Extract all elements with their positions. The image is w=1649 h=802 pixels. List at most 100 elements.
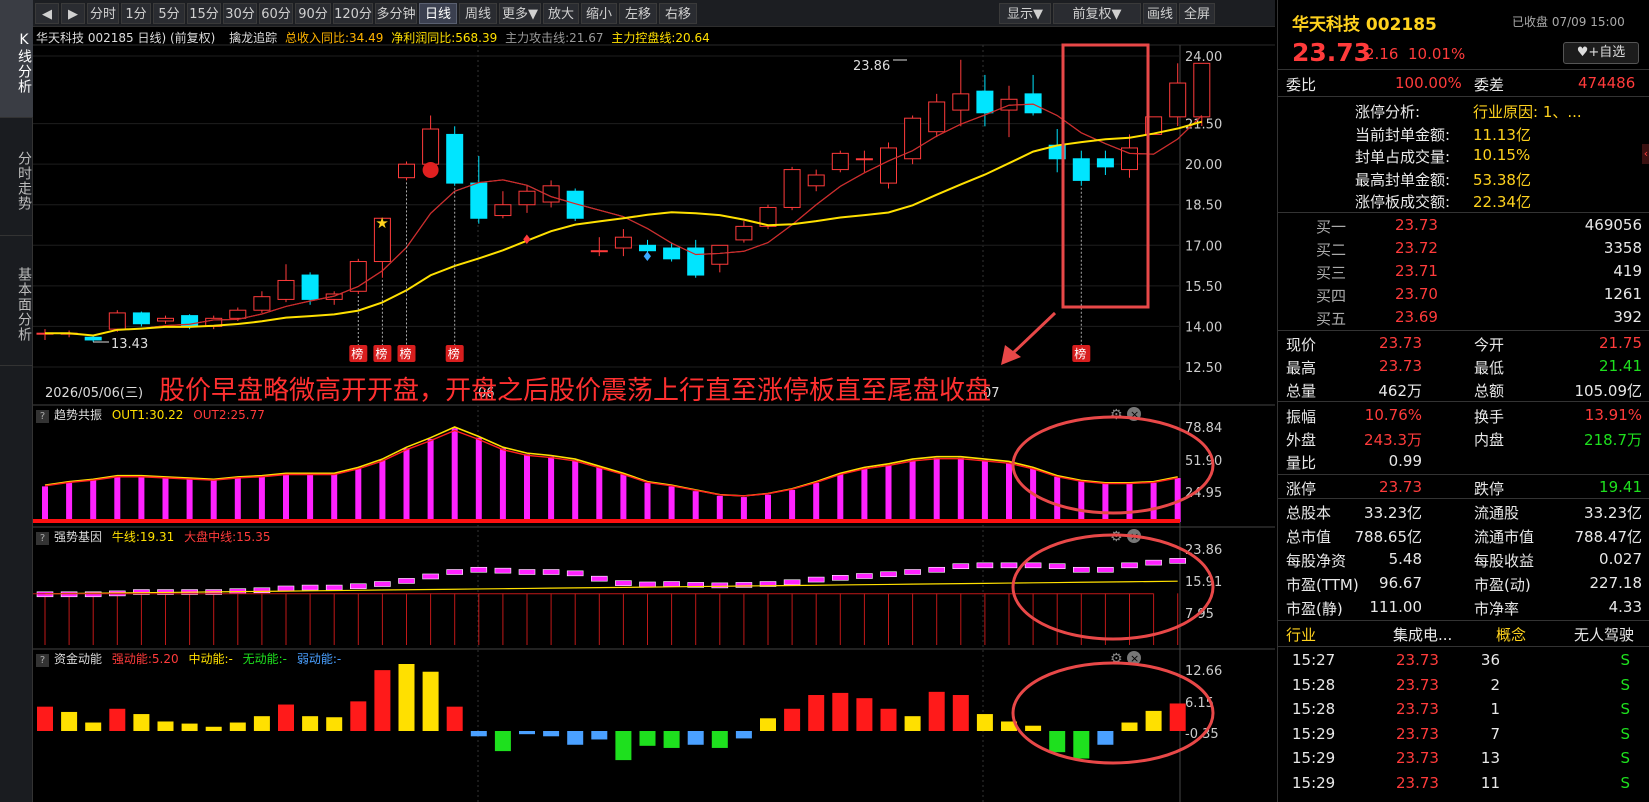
toolbar-button-17[interactable]: 右移 bbox=[659, 3, 697, 24]
candle-body[interactable] bbox=[157, 317, 174, 322]
fund-value: 33.23亿 bbox=[1364, 504, 1422, 522]
candle-body[interactable] bbox=[301, 274, 319, 300]
add-watchlist-button[interactable]: ♥+自选 bbox=[1563, 42, 1639, 64]
toolbar-right-button-1[interactable]: 前复权▼ bbox=[1053, 3, 1141, 24]
toolbar-button-1[interactable]: ▶ bbox=[61, 3, 85, 24]
trend-bar bbox=[668, 486, 675, 522]
tick-side: S bbox=[1620, 700, 1630, 718]
high-price-label: 23.86 bbox=[853, 59, 890, 74]
concept-value[interactable]: 无人驾驶 bbox=[1574, 624, 1634, 645]
candle-body[interactable] bbox=[590, 250, 608, 253]
toolbar-button-14[interactable]: 放大 bbox=[543, 3, 579, 24]
candle-body[interactable] bbox=[1072, 158, 1090, 181]
candle-body[interactable] bbox=[422, 128, 440, 165]
tick-volume: 36 bbox=[1480, 651, 1500, 669]
gear-icon[interactable]: ⚙ bbox=[1110, 529, 1123, 545]
candle-body[interactable] bbox=[277, 279, 295, 300]
help-icon[interactable]: ? bbox=[36, 532, 49, 545]
tab-kline[interactable]: K线分析 bbox=[0, 0, 33, 118]
candle-body[interactable] bbox=[880, 147, 897, 184]
candle-body[interactable] bbox=[1096, 158, 1114, 168]
tick-side: S bbox=[1620, 651, 1630, 669]
limit-info-value[interactable]: 行业原因: 1、... bbox=[1473, 101, 1582, 122]
candle-body[interactable] bbox=[711, 244, 729, 265]
candle-body[interactable] bbox=[446, 133, 464, 184]
price-tick-label: 20.00 bbox=[1185, 158, 1222, 173]
baseline bbox=[33, 519, 1180, 523]
toolbar-button-11[interactable]: 日线 bbox=[419, 3, 457, 24]
candle-body[interactable] bbox=[494, 204, 512, 217]
candle-body[interactable] bbox=[470, 182, 488, 219]
fund-row: 市盈(TTM) 96.67 市盈(动) 227.18 bbox=[1278, 572, 1649, 596]
toolbar-button-16[interactable]: 左移 bbox=[619, 3, 657, 24]
tab-fundamental[interactable]: 基本面分析 bbox=[0, 236, 33, 366]
trend-bar bbox=[1102, 484, 1109, 522]
toolbar-button-0[interactable]: ◀ bbox=[35, 3, 59, 24]
fund-bar bbox=[928, 691, 945, 731]
collapse-arrow-icon[interactable]: ‹ bbox=[1642, 144, 1649, 164]
candle-body[interactable] bbox=[518, 190, 536, 206]
candle-body[interactable] bbox=[253, 296, 271, 311]
gear-icon[interactable]: ⚙ bbox=[1110, 407, 1123, 423]
fund-bar bbox=[374, 670, 391, 731]
toolbar-button-4[interactable]: 5分 bbox=[153, 3, 185, 24]
candle-body[interactable] bbox=[1169, 82, 1187, 118]
toolbar-button-8[interactable]: 90分 bbox=[295, 3, 331, 24]
industry-value[interactable]: 集成电... bbox=[1393, 624, 1452, 645]
fund-bar bbox=[1097, 731, 1114, 745]
candle-body[interactable] bbox=[735, 225, 753, 241]
candle-body[interactable] bbox=[928, 101, 946, 133]
toolbar-button-12[interactable]: 周线 bbox=[459, 3, 497, 24]
limit-info-value: 22.34亿 bbox=[1473, 193, 1531, 211]
candle-body[interactable] bbox=[783, 169, 801, 208]
candle-body[interactable] bbox=[952, 93, 970, 111]
toolbar-button-13[interactable]: 更多▼ bbox=[499, 3, 541, 24]
toolbar-right-button-3[interactable]: 全屏 bbox=[1179, 3, 1215, 24]
bang-label: 榜 bbox=[448, 346, 460, 361]
candle-body[interactable] bbox=[108, 312, 126, 330]
trend-bar bbox=[548, 456, 555, 522]
toolbar-button-6[interactable]: 30分 bbox=[223, 3, 257, 24]
stats-label: 最低 bbox=[1474, 359, 1505, 377]
toolbar-button-15[interactable]: 缩小 bbox=[581, 3, 617, 24]
toolbar-right-button-2[interactable]: 画线 bbox=[1143, 3, 1177, 24]
candle-body[interactable] bbox=[831, 152, 849, 171]
toolbar-right-button-0[interactable]: 显示▼ bbox=[999, 3, 1051, 24]
candle-body[interactable] bbox=[807, 174, 825, 187]
stats-row: 最高 23.73 最低 21.41 bbox=[1278, 355, 1649, 379]
toolbar-button-9[interactable]: 120分 bbox=[333, 3, 373, 24]
help-icon[interactable]: ? bbox=[36, 410, 49, 423]
bid-volume: 3358 bbox=[1603, 239, 1642, 257]
toolbar-button-7[interactable]: 60分 bbox=[259, 3, 293, 24]
ma-red-line bbox=[45, 103, 1203, 337]
candle-body[interactable] bbox=[229, 309, 247, 319]
candle-body[interactable] bbox=[84, 336, 102, 341]
bull-line bbox=[44, 580, 1178, 595]
tick-price: 23.73 bbox=[1396, 724, 1439, 743]
candle-body[interactable] bbox=[398, 163, 415, 179]
toolbar-button-3[interactable]: 1分 bbox=[121, 3, 151, 24]
help-icon[interactable]: ? bbox=[36, 654, 49, 667]
candle-body[interactable] bbox=[614, 236, 632, 249]
fund-bar bbox=[205, 726, 222, 731]
concept-label: 概念 bbox=[1496, 626, 1527, 644]
tab-timeshare[interactable]: 分时走势 bbox=[0, 118, 33, 236]
candle-body[interactable] bbox=[1024, 93, 1042, 114]
toolbar-button-2[interactable]: 分时 bbox=[87, 3, 119, 24]
candle-body[interactable] bbox=[855, 158, 873, 161]
tick-price: 23.73 bbox=[1396, 700, 1439, 718]
trend-bar bbox=[789, 489, 796, 522]
candle-body[interactable] bbox=[1193, 62, 1211, 118]
candle-body[interactable] bbox=[976, 90, 994, 114]
gene-block bbox=[1048, 563, 1066, 570]
toolbar-button-5[interactable]: 15分 bbox=[187, 3, 221, 24]
toolbar-button-10[interactable]: 多分钟 bbox=[375, 3, 417, 24]
gene-block bbox=[542, 569, 560, 575]
heart-icon: ♥ bbox=[1576, 45, 1589, 60]
candle-body[interactable] bbox=[132, 312, 150, 325]
candle-body[interactable] bbox=[663, 247, 681, 260]
low-price-label: 13.43 bbox=[111, 337, 148, 352]
stats-value: 23.73 bbox=[1379, 334, 1422, 352]
panel1-tick: 51.90 bbox=[1185, 454, 1222, 469]
trend-bar bbox=[475, 437, 482, 522]
